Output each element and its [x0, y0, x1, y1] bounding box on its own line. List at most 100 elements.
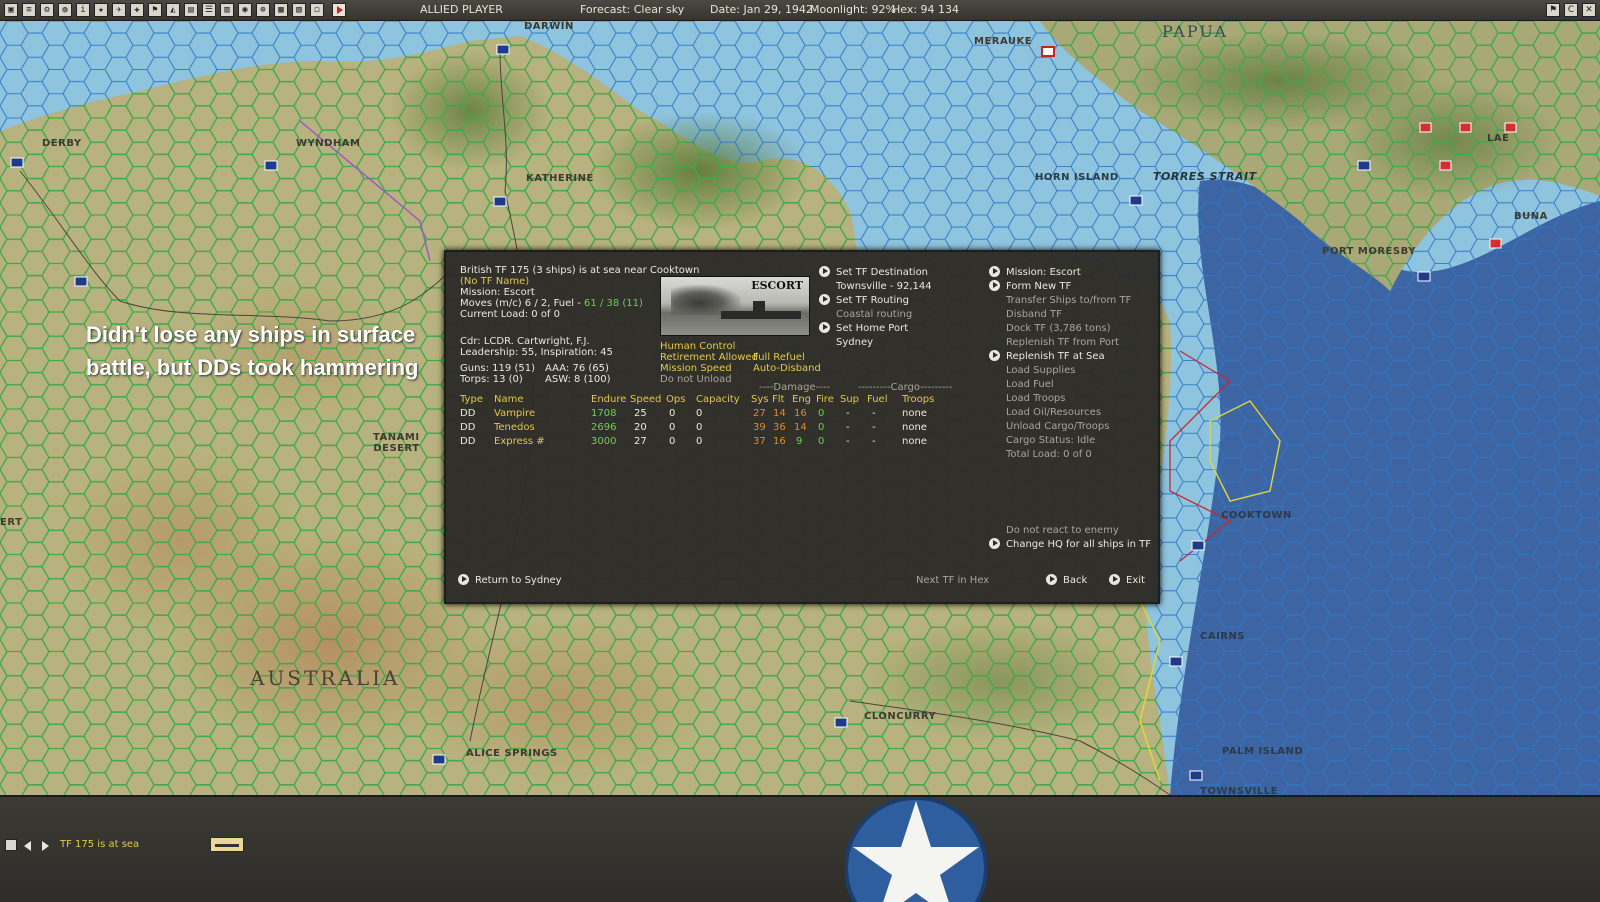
ship-icon[interactable] [210, 837, 244, 852]
col-eng[interactable]: Eng [792, 394, 811, 405]
previous-unit-icon[interactable] [24, 841, 31, 851]
close-icon[interactable]: ✕ [1582, 3, 1596, 17]
window-icon[interactable]: ◻ [310, 3, 324, 17]
flag-icon[interactable]: ⚑ [148, 3, 162, 17]
globe-icon[interactable]: ◉ [238, 3, 252, 17]
map-icon[interactable]: ◭ [166, 3, 180, 17]
tf-commander[interactable]: Cdr: LCDR. Cartwright, F.J. [460, 336, 590, 347]
load-oil-button[interactable]: Load Oil/Resources [1006, 407, 1101, 418]
damage-group-header: ----Damage---- [759, 382, 831, 393]
overlay-icon[interactable]: ▦ [274, 3, 288, 17]
return-to-sydney-button[interactable]: Return to Sydney [475, 575, 562, 586]
option-full-refuel[interactable]: Full Refuel [753, 352, 805, 363]
option-human-control[interactable]: Human Control [660, 341, 735, 352]
load-supplies-button[interactable]: Load Supplies [1006, 365, 1075, 376]
ship-type: DD [460, 436, 476, 447]
ship-ops: 0 [669, 422, 676, 433]
place-derby: DERBY [42, 138, 82, 149]
ship-endure: 1708 [591, 408, 617, 419]
table-icon[interactable]: ▧ [292, 3, 306, 17]
replenish-from-port-button[interactable]: Replenish TF from Port [1006, 337, 1119, 348]
col-capacity[interactable]: Capacity [696, 394, 740, 405]
col-fire[interactable]: Fire [816, 394, 834, 405]
chart-icon[interactable]: ▤ [184, 3, 198, 17]
back-button[interactable]: Back [1063, 575, 1087, 586]
exit-button[interactable]: Exit [1126, 575, 1145, 586]
report-icon[interactable]: ≡ [22, 3, 36, 17]
place-port-moresby: PORT MORESBY [1322, 246, 1416, 257]
col-sys[interactable]: Sys [751, 394, 768, 405]
place-townsville: TOWNSVILLE [1200, 786, 1278, 795]
tf-aaa: AAA: 76 (65) [545, 363, 609, 374]
tf-asw: ASW: 8 (100) [545, 374, 611, 385]
target-icon[interactable]: ⊕ [256, 3, 270, 17]
save-icon[interactable]: ▣ [4, 3, 18, 17]
place-buna: BUNA [1514, 211, 1548, 222]
col-fuel[interactable]: Fuel [867, 394, 887, 405]
task-force-panel: British TF 175 (3 ships) is at sea near … [444, 250, 1160, 604]
next-unit-icon[interactable] [42, 841, 49, 851]
do-not-react-toggle[interactable]: Do not react to enemy [1006, 525, 1119, 536]
place-darwin: DARWIN [524, 21, 574, 32]
ship-dmg-sys: 39 [753, 422, 766, 433]
ship-name[interactable]: Tenedos [494, 422, 535, 433]
set-home-port-button[interactable]: Set Home Port [836, 323, 908, 334]
form-new-tf-button[interactable]: Form New TF [1006, 281, 1071, 292]
air-icon[interactable]: ✈ [112, 3, 126, 17]
col-troops[interactable]: Troops [902, 394, 934, 405]
ship-name[interactable]: Express # [494, 436, 545, 447]
replenish-at-sea-button[interactable]: Replenish TF at Sea [1006, 351, 1105, 362]
mission-escort-button[interactable]: Mission: Escort [1006, 267, 1081, 278]
col-speed[interactable]: Speed [630, 394, 661, 405]
ships-icon[interactable]: ★ [94, 3, 108, 17]
col-endure[interactable]: Endure [591, 394, 626, 405]
unit-list-icon[interactable] [5, 839, 17, 851]
settings-icon[interactable]: ⚙ [40, 3, 54, 17]
unload-cargo-button[interactable]: Unload Cargo/Troops [1006, 421, 1109, 432]
disband-tf-button[interactable]: Disband TF [1006, 309, 1062, 320]
ship-name[interactable]: Vampire [494, 408, 535, 419]
next-tf-in-hex-button[interactable]: Next TF in Hex [916, 575, 989, 586]
set-tf-routing-button[interactable]: Set TF Routing [836, 295, 909, 306]
place-alice-springs: ALICE SPRINGS [466, 748, 558, 759]
game-date: Date: Jan 29, 1942 [710, 3, 813, 16]
dock-tf-button[interactable]: Dock TF (3,786 tons) [1006, 323, 1111, 334]
end-turn-icon[interactable] [332, 3, 346, 17]
col-ops[interactable]: Ops [666, 394, 685, 405]
flag-icon[interactable]: ⚑ [1546, 3, 1560, 17]
ship-dmg-flt: 36 [773, 422, 786, 433]
tf-current-load: Current Load: 0 of 0 [460, 309, 560, 320]
ship-cargo-sup: - [846, 436, 850, 447]
col-type[interactable]: Type [460, 394, 483, 405]
place-merauke: MERAUKE [974, 36, 1033, 47]
transfer-ships-button[interactable]: Transfer Ships to/from TF [1006, 295, 1131, 306]
option-mission-speed[interactable]: Mission Speed [660, 363, 732, 374]
change-hq-button[interactable]: Change HQ for all ships in TF [1006, 539, 1151, 550]
ship-cargo-troops: none [902, 436, 927, 447]
tf-moves: Moves (m/c) 6 / 2, Fuel - [460, 298, 585, 309]
ship-cargo-fuel: - [872, 422, 876, 433]
filter-icon[interactable]: ▥ [220, 3, 234, 17]
option-do-not-unload[interactable]: Do not Unload [660, 374, 732, 385]
info-icon[interactable]: i [76, 3, 90, 17]
ship-dmg-eng: 9 [796, 436, 803, 447]
col-name[interactable]: Name [494, 394, 524, 405]
option-retirement[interactable]: Retirement Allowed [660, 352, 758, 363]
moonlight: Moonlight: 92% [810, 3, 896, 16]
tf-fuel-value: 61 / 38 (11) [584, 298, 643, 309]
load-fuel-button[interactable]: Load Fuel [1006, 379, 1054, 390]
col-flt[interactable]: Flt [772, 394, 784, 405]
place-torres-strait: TORRES STRAIT [1153, 170, 1257, 183]
ship-dmg-fire: 0 [818, 436, 825, 447]
tf-name[interactable]: (No TF Name) [460, 276, 529, 287]
arrow-icon [819, 266, 830, 277]
restore-icon[interactable]: C [1564, 3, 1578, 17]
intel-icon[interactable]: ◍ [58, 3, 72, 17]
load-troops-button[interactable]: Load Troops [1006, 393, 1066, 404]
option-auto-disband[interactable]: Auto-Disband [753, 363, 821, 374]
list-icon[interactable]: ☰ [202, 3, 216, 17]
ship-speed: 20 [634, 422, 647, 433]
col-sup[interactable]: Sup [840, 394, 859, 405]
set-tf-destination-button[interactable]: Set TF Destination [836, 267, 928, 278]
ground-icon[interactable]: ✚ [130, 3, 144, 17]
